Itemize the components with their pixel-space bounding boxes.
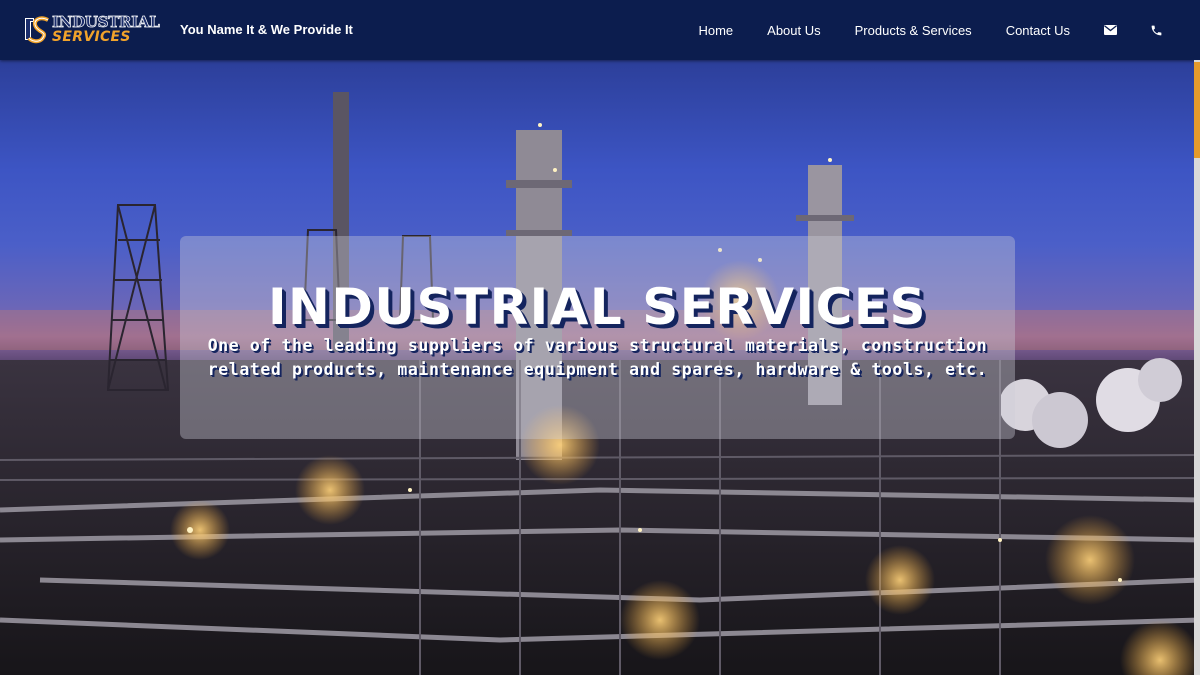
nav-products-link[interactable]: Products & Services	[855, 23, 972, 38]
logo-mark-icon	[22, 14, 50, 44]
scrollbar-thumb[interactable]	[1194, 62, 1200, 158]
logo[interactable]: INDUSTRIAL SERVICES	[22, 14, 160, 44]
logo-bottom-text: SERVICES	[52, 28, 131, 45]
logo-top-text: INDUSTRIAL	[52, 12, 160, 31]
nav-home-link[interactable]: Home	[698, 23, 733, 38]
nav-contact-link[interactable]: Contact Us	[1006, 23, 1070, 38]
navbar: INDUSTRIAL SERVICES You Name It & We Pro…	[0, 0, 1200, 60]
hero-subtitle: One of the leading suppliers of various …	[207, 336, 988, 379]
hero-title: INDUSTRIAL SERVICES	[267, 278, 928, 336]
tagline: You Name It & We Provide It	[180, 22, 353, 37]
phone-icon[interactable]	[1150, 24, 1163, 37]
nav-menu: Home About Us Products & Services Contac…	[698, 0, 1200, 60]
mail-icon[interactable]	[1104, 25, 1117, 35]
nav-about-link[interactable]: About Us	[767, 23, 820, 38]
